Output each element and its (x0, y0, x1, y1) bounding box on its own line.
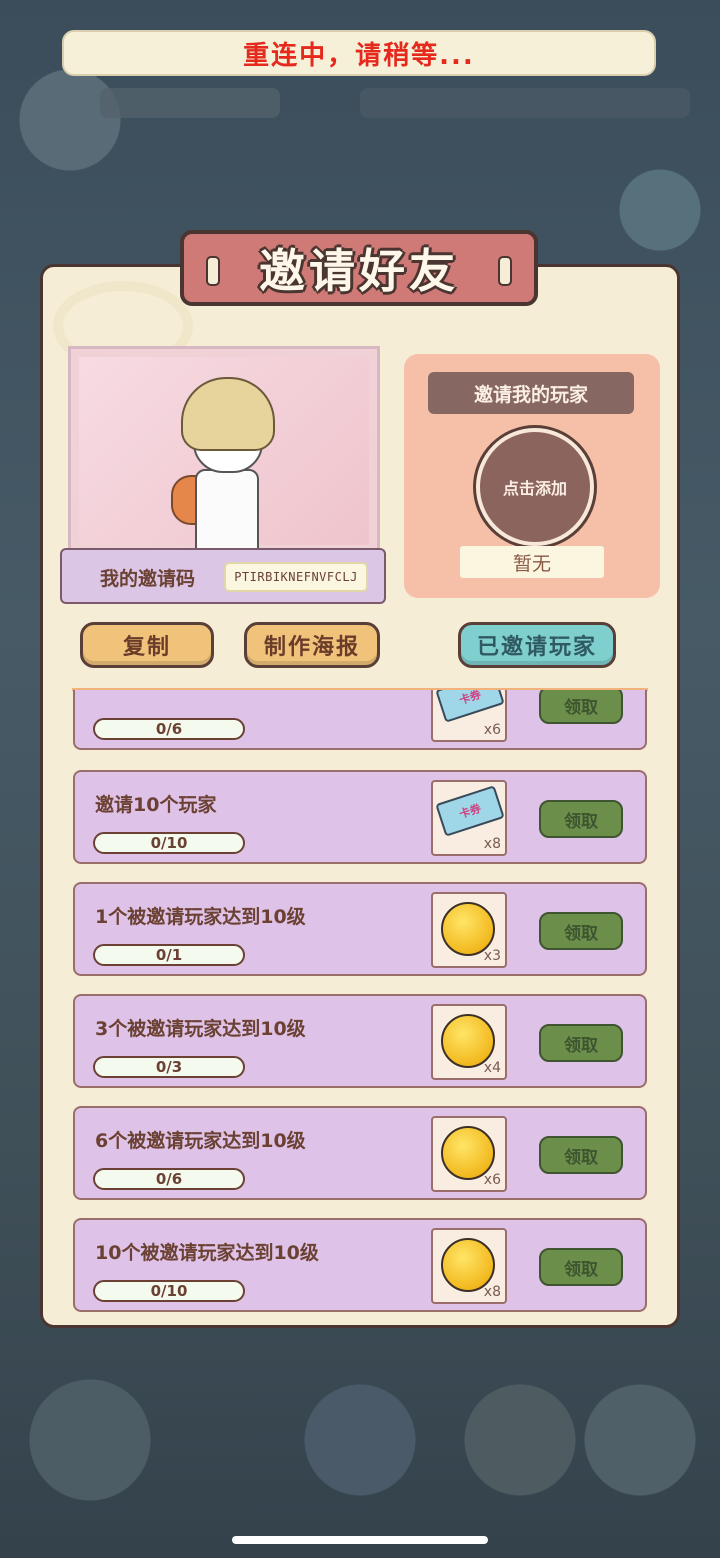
peg-icon (206, 256, 220, 286)
task-list[interactable]: 0/6 卡券 x6 领取 邀请10个玩家 0/10 卡券 x8 领取 1个被邀请… (60, 690, 660, 1320)
hair (181, 377, 275, 451)
task-row: 6个被邀请玩家达到10级 0/6 x6 领取 (73, 1106, 647, 1200)
invite-code-value: PTIRBIKNEFNVFCLJ (224, 562, 368, 592)
dialog-title: 邀请好友 (259, 244, 459, 298)
claim-button[interactable]: 领取 (539, 800, 623, 838)
reward-count: x6 (483, 1172, 501, 1188)
task-row: 邀请10个玩家 0/10 卡券 x8 领取 (73, 770, 647, 864)
background-hud-bar (360, 88, 690, 118)
claim-button[interactable]: 领取 (539, 912, 623, 950)
reconnect-banner: 重连中，请稍等... (62, 30, 656, 76)
character-card (68, 346, 380, 556)
invited-players-button[interactable]: 已邀请玩家 (458, 622, 616, 668)
peg-icon (498, 256, 512, 286)
dialog-title-plaque: 邀请好友 (180, 230, 538, 306)
task-title: 10个被邀请玩家达到10级 (95, 1242, 319, 1264)
ticket-icon: 卡券 (435, 690, 505, 723)
task-row: 1个被邀请玩家达到10级 0/1 x3 领取 (73, 882, 647, 976)
add-inviter-button[interactable]: 点击添加 (476, 428, 594, 546)
task-progress: 0/6 (93, 1168, 245, 1190)
reward-count: x8 (483, 836, 501, 852)
task-progress: 0/10 (93, 1280, 245, 1302)
make-poster-button[interactable]: 制作海报 (244, 622, 380, 668)
task-reward: 卡券 x8 (431, 780, 507, 856)
task-reward: 卡券 x6 (431, 690, 507, 742)
task-reward: x8 (431, 1228, 507, 1304)
reconnect-text: 重连中，请稍等... (243, 40, 475, 71)
task-row: 3个被邀请玩家达到10级 0/3 x4 领取 (73, 994, 647, 1088)
claim-button[interactable]: 领取 (539, 1136, 623, 1174)
copy-button[interactable]: 复制 (80, 622, 214, 668)
inviter-title: 邀请我的玩家 (428, 372, 634, 414)
task-row: 0/6 卡券 x6 领取 (73, 690, 647, 750)
character-avatar (171, 377, 291, 553)
reward-count: x6 (483, 722, 501, 738)
add-inviter-label: 点击添加 (502, 479, 567, 498)
task-progress: 0/3 (93, 1056, 245, 1078)
task-row: 10个被邀请玩家达到10级 0/10 x8 领取 (73, 1218, 647, 1312)
ticket-icon: 卡券 (435, 785, 505, 837)
background-hud-bar (100, 88, 280, 118)
task-title: 6个被邀请玩家达到10级 (95, 1130, 306, 1152)
task-progress: 0/6 (93, 718, 245, 740)
invite-code-box: 我的邀请码 PTIRBIKNEFNVFCLJ (60, 548, 386, 604)
claim-button[interactable]: 领取 (539, 690, 623, 724)
task-title: 1个被邀请玩家达到10级 (95, 906, 306, 928)
claim-button[interactable]: 领取 (539, 1024, 623, 1062)
inviter-none-label: 暂无 (460, 546, 604, 578)
task-reward: x4 (431, 1004, 507, 1080)
invite-code-label: 我的邀请码 (100, 568, 196, 590)
task-progress: 0/10 (93, 832, 245, 854)
task-reward: x6 (431, 1116, 507, 1192)
task-title: 邀请10个玩家 (95, 794, 217, 816)
task-title: 3个被邀请玩家达到10级 (95, 1018, 306, 1040)
claim-button[interactable]: 领取 (539, 1248, 623, 1286)
home-indicator[interactable] (232, 1536, 488, 1544)
reward-count: x4 (483, 1060, 501, 1076)
reward-count: x3 (483, 948, 501, 964)
task-reward: x3 (431, 892, 507, 968)
inviter-card: 邀请我的玩家 点击添加 暂无 (404, 354, 660, 598)
reward-count: x8 (483, 1284, 501, 1300)
task-progress: 0/1 (93, 944, 245, 966)
